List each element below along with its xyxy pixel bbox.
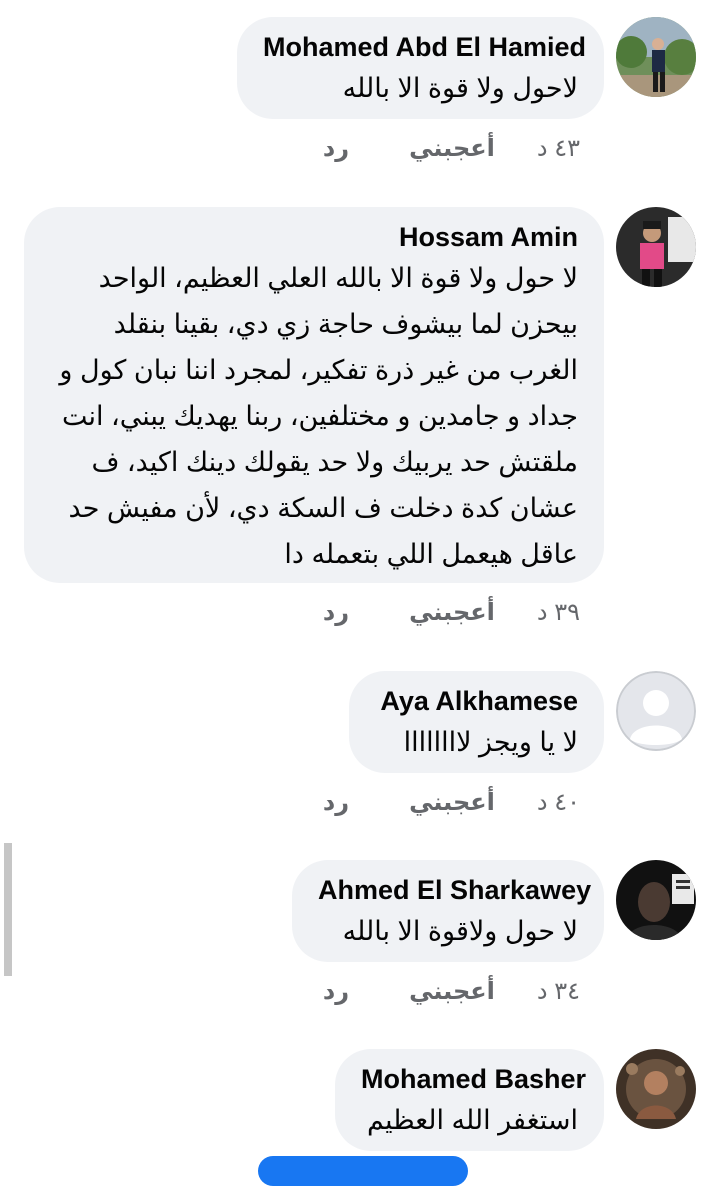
- avatar[interactable]: [616, 671, 696, 751]
- comment-author[interactable]: Aya Alkhamese: [375, 685, 578, 717]
- comment-bubble: Mohamed Abd El Hamied لاحول ولا قوة الا …: [237, 17, 604, 119]
- comment-text: لا حول ولا قوة الا بالله العلي العظيم، ا…: [59, 263, 578, 569]
- like-button[interactable]: أعجبني: [409, 134, 495, 163]
- comment-time[interactable]: ٤٠ د: [537, 788, 580, 817]
- comment-actions: ٤٣ د أعجبني رد: [323, 134, 580, 163]
- comment-bubble: Aya Alkhamese لا يا ويجز لاااااااا: [349, 671, 604, 773]
- avatar[interactable]: [616, 1049, 696, 1129]
- comment-bubble: Hossam Amin لا حول ولا قوة الا بالله الع…: [24, 207, 604, 583]
- avatar[interactable]: [616, 17, 696, 97]
- comment-time[interactable]: ٣٤ د: [537, 977, 580, 1006]
- partial-action-button[interactable]: [258, 1156, 468, 1186]
- comment-actions: ٣٤ د أعجبني رد: [323, 977, 580, 1006]
- comment-text: لاحول ولا قوة الا بالله: [342, 73, 578, 103]
- reply-button[interactable]: رد: [323, 134, 349, 163]
- comment-actions: ٤٠ د أعجبني رد: [323, 788, 580, 817]
- comment-actions: ٣٩ د أعجبني رد: [323, 598, 580, 627]
- reply-button[interactable]: رد: [323, 598, 349, 627]
- comment-bubble: Ahmed El Sharkawey لا حول ولاقوة الا بال…: [292, 860, 604, 962]
- reply-button[interactable]: رد: [323, 977, 349, 1006]
- like-button[interactable]: أعجبني: [409, 598, 495, 627]
- comment-author[interactable]: Mohamed Basher: [361, 1063, 586, 1095]
- comment-author[interactable]: Mohamed Abd El Hamied: [263, 31, 586, 63]
- comment-time[interactable]: ٤٣ د: [537, 134, 580, 163]
- scrollbar-thumb[interactable]: [4, 843, 12, 976]
- like-button[interactable]: أعجبني: [409, 977, 495, 1006]
- comment-author[interactable]: Hossam Amin: [50, 221, 578, 253]
- avatar[interactable]: [616, 207, 696, 287]
- comment-author[interactable]: Ahmed El Sharkawey: [318, 874, 591, 906]
- avatar[interactable]: [616, 860, 696, 940]
- like-button[interactable]: أعجبني: [409, 788, 495, 817]
- comment-time[interactable]: ٣٩ د: [537, 598, 580, 627]
- reply-button[interactable]: رد: [323, 788, 349, 817]
- comment-bubble: Mohamed Basher استغفر الله العظيم: [335, 1049, 604, 1151]
- comment-text: لا يا ويجز لاااااااا: [403, 727, 578, 757]
- comment-text: لا حول ولاقوة الا بالله: [342, 916, 578, 946]
- comment-text: استغفر الله العظيم: [366, 1105, 578, 1135]
